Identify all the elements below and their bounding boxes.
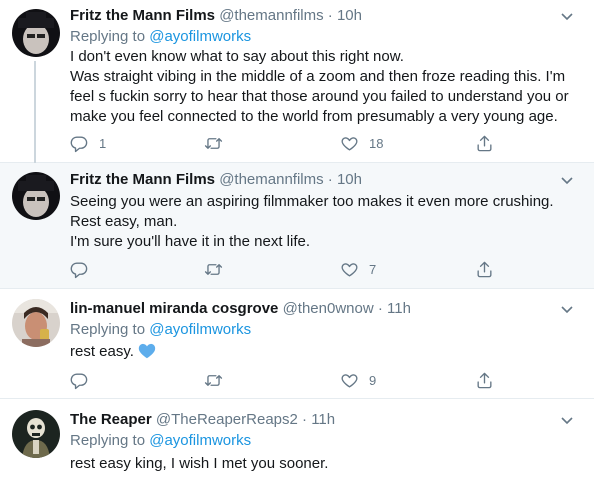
tweet-line: Seeing you were an aspiring filmmaker to… — [70, 193, 554, 210]
tweet-line: I don't even know what to say about this… — [70, 48, 404, 65]
timestamp[interactable]: 11h — [311, 411, 335, 428]
tweet-text: I don't even know what to say about this… — [70, 47, 580, 127]
tweet-text: rest easy. — [70, 342, 580, 362]
tweet-line: I'm sure you'll have it in the next life… — [70, 233, 311, 250]
replying-to-label: Replying to — [70, 321, 150, 338]
retweet-button[interactable] — [204, 259, 233, 279]
share-button[interactable] — [475, 370, 494, 390]
user-handle[interactable]: @TheReaperReaps2 — [156, 411, 298, 428]
chevron-down-icon[interactable] — [560, 173, 574, 187]
like-button[interactable]: 9 — [340, 370, 376, 390]
tweet-4[interactable]: The Reaper @TheReaperReaps2 · 11h Replyi… — [0, 399, 594, 482]
avatar[interactable] — [12, 172, 60, 220]
like-button[interactable]: 18 — [340, 133, 383, 153]
tweet-header: Fritz the Mann Films @themannfilms · 10h — [70, 170, 362, 190]
tweet-line: make you feel connected to the world fro… — [70, 108, 558, 125]
replying-to: Replying to @ayofilmworks — [70, 431, 251, 451]
tweet-1[interactable]: Fritz the Mann Films @themannfilms · 10h… — [0, 0, 594, 163]
reply-button[interactable]: 1 — [70, 133, 106, 153]
tweet-text: rest easy king, I wish I met you sooner. — [70, 454, 580, 474]
tweet-header: lin-manuel miranda cosgrove @then0wnow ·… — [70, 299, 411, 319]
like-count: 18 — [369, 135, 384, 151]
reply-icon — [70, 372, 88, 389]
separator-dot: · — [377, 300, 383, 317]
replying-to-label: Replying to — [70, 28, 150, 45]
tweet-actions: 7 — [70, 259, 540, 279]
like-count: 7 — [369, 261, 377, 277]
display-name[interactable]: Fritz the Mann Films — [70, 7, 215, 24]
reply-icon — [70, 261, 88, 278]
reply-button[interactable] — [70, 259, 99, 279]
timestamp[interactable]: 11h — [387, 300, 411, 317]
retweet-icon — [204, 374, 223, 386]
user-handle[interactable]: @themannfilms — [219, 7, 323, 24]
like-icon — [341, 136, 358, 151]
blue-heart-emoji-icon — [138, 343, 156, 359]
tweet-header: The Reaper @TheReaperReaps2 · 11h — [70, 410, 335, 430]
chevron-down-icon[interactable] — [560, 302, 574, 316]
display-name[interactable]: Fritz the Mann Films — [70, 171, 215, 188]
share-button[interactable] — [475, 133, 494, 153]
timestamp[interactable]: 10h — [337, 7, 362, 24]
reply-button[interactable] — [70, 370, 99, 390]
tweet-line: rest easy king, I wish I met you sooner. — [70, 455, 329, 472]
tweet-line-text: rest easy. — [70, 343, 134, 360]
reply-count: 1 — [99, 135, 107, 151]
retweet-icon — [204, 137, 223, 149]
display-name[interactable]: lin-manuel miranda cosgrove — [70, 300, 278, 317]
chevron-down-icon[interactable] — [560, 9, 574, 23]
user-handle[interactable]: @then0wnow — [283, 300, 374, 317]
retweet-button[interactable] — [204, 370, 233, 390]
tweet-line: Rest easy, man. — [70, 213, 178, 230]
tweet-actions: 1 18 — [70, 133, 540, 153]
replying-to: Replying to @ayofilmworks — [70, 27, 251, 47]
like-button[interactable]: 7 — [340, 259, 376, 279]
replying-to-link[interactable]: @ayofilmworks — [149, 28, 251, 45]
timestamp[interactable]: 10h — [337, 171, 362, 188]
display-name[interactable]: The Reaper — [70, 411, 152, 428]
separator-dot: · — [327, 7, 333, 24]
thread-line — [34, 61, 36, 163]
tweet-line: rest easy. — [70, 342, 580, 362]
retweet-button[interactable] — [204, 133, 233, 153]
replying-to: Replying to @ayofilmworks — [70, 320, 251, 340]
like-icon — [341, 373, 358, 388]
like-count: 9 — [369, 372, 377, 388]
tweet-header: Fritz the Mann Films @themannfilms · 10h — [70, 6, 362, 26]
replying-to-link[interactable]: @ayofilmworks — [149, 432, 251, 449]
tweet-2[interactable]: Fritz the Mann Films @themannfilms · 10h… — [0, 163, 594, 289]
share-icon — [477, 135, 492, 151]
tweet-text: Seeing you were an aspiring filmmaker to… — [70, 192, 580, 252]
tweet-line: Was straight vibing in the middle of a z… — [70, 68, 566, 85]
retweet-icon — [204, 263, 223, 275]
replying-to-label: Replying to — [70, 432, 150, 449]
tweet-3[interactable]: lin-manuel miranda cosgrove @then0wnow ·… — [0, 289, 594, 399]
like-icon — [341, 262, 358, 277]
avatar[interactable] — [12, 299, 60, 347]
user-handle[interactable]: @themannfilms — [219, 171, 323, 188]
avatar[interactable] — [12, 9, 60, 57]
chevron-down-icon[interactable] — [560, 413, 574, 427]
avatar[interactable] — [12, 410, 60, 458]
separator-dot: · — [302, 411, 308, 428]
share-icon — [477, 261, 492, 277]
replying-to-link[interactable]: @ayofilmworks — [149, 321, 251, 338]
share-button[interactable] — [475, 259, 494, 279]
separator-dot: · — [327, 171, 333, 188]
tweet-line: feel s fuckin sorry to hear that those a… — [70, 88, 569, 105]
tweet-actions: 9 — [70, 370, 540, 390]
share-icon — [477, 372, 492, 388]
reply-icon — [70, 135, 88, 152]
